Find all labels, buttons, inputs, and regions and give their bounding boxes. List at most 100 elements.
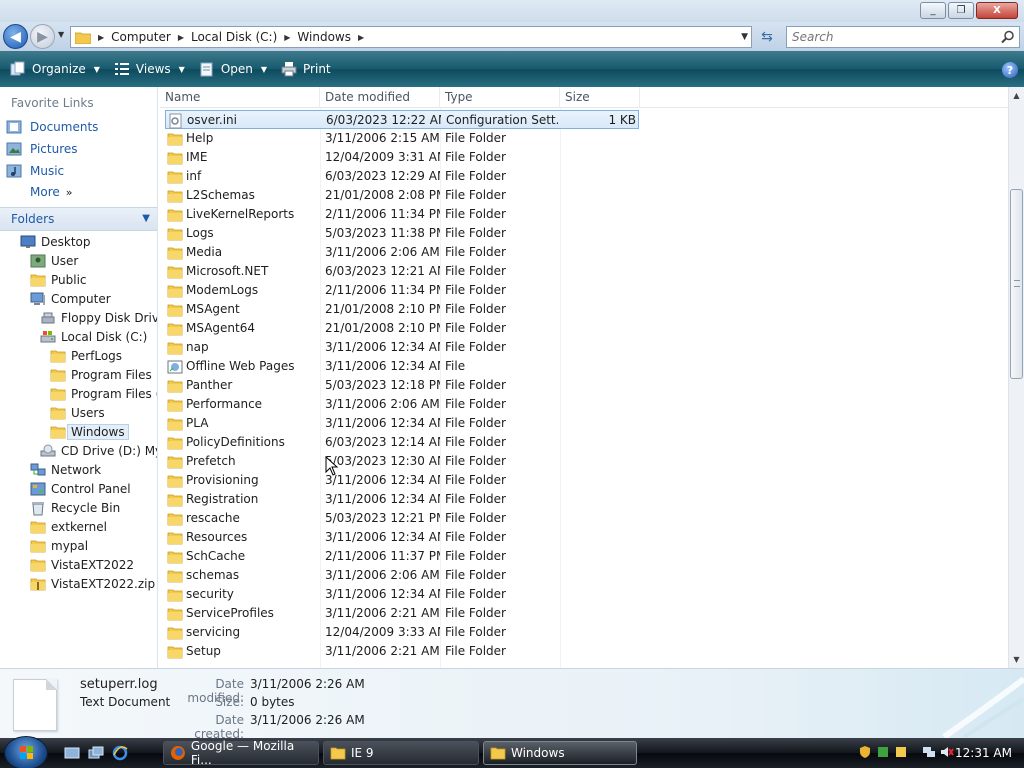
print-button[interactable]: Print <box>275 56 337 82</box>
tree-item-network[interactable]: Network <box>30 460 101 479</box>
file-row[interactable]: MSAgent64 21/01/2008 2:10 PM File Folder <box>165 319 639 338</box>
scroll-thumb[interactable] <box>1010 189 1023 379</box>
file-row[interactable]: Registration 3/11/2006 12:34 AM File Folde… <box>165 490 639 509</box>
internet-explorer-icon[interactable] <box>112 745 128 761</box>
address-bar[interactable]: ▶ Computer ▶ Local Disk (C:) ▶ Windows ▶… <box>70 26 752 48</box>
update-icon[interactable] <box>894 745 908 759</box>
file-row[interactable]: IME 12/04/2009 3:31 AM File Folder <box>165 148 639 167</box>
tree-item-public[interactable]: Public <box>30 270 87 289</box>
favorite-documents[interactable]: Documents <box>6 119 98 135</box>
file-row[interactable]: PLA 3/11/2006 12:34 AM File Folder <box>165 414 639 433</box>
crumb-computer[interactable]: Computer <box>107 30 175 44</box>
switch-windows-icon[interactable] <box>88 745 104 761</box>
favorite-music[interactable]: Music <box>6 163 64 179</box>
tree-item-cd-drive-d-myp[interactable]: CD Drive (D:) MyP <box>40 441 157 460</box>
tree-item-desktop[interactable]: Desktop <box>20 232 91 251</box>
taskbar-button-ie9[interactable]: IE 9 <box>323 741 479 765</box>
column-header-type[interactable]: Type <box>440 87 560 108</box>
column-header-name[interactable]: Name <box>160 87 320 108</box>
refresh-button[interactable]: ⇆ <box>756 27 778 47</box>
crumb-windows[interactable]: Windows <box>293 30 355 44</box>
security-center-icon[interactable] <box>876 745 890 759</box>
tree-item-floppy-disk-drive[interactable]: Floppy Disk Drive <box>40 308 157 327</box>
file-row[interactable]: Media 3/11/2006 2:06 AM File Folder <box>165 243 639 262</box>
file-row[interactable]: Resources 3/11/2006 12:34 AM File Folder <box>165 528 639 547</box>
file-row[interactable]: Performance 3/11/2006 2:06 AM File Folder <box>165 395 639 414</box>
tree-item-windows[interactable]: Windows <box>50 422 129 441</box>
file-row[interactable]: PolicyDefinitions 6/03/2023 12:14 AM File … <box>165 433 639 452</box>
tree-item-perflogs[interactable]: PerfLogs <box>50 346 122 365</box>
crumb-separator[interactable]: ▶ <box>95 33 107 42</box>
address-dropdown-button[interactable]: ▼ <box>741 32 748 42</box>
minimize-button[interactable]: _ <box>920 2 946 19</box>
file-row[interactable]: Logs 5/03/2023 11:38 PM File Folder <box>165 224 639 243</box>
tree-item-local-disk-c[interactable]: Local Disk (C:) <box>40 327 147 346</box>
tree-item-extkernel[interactable]: extkernel <box>30 517 107 536</box>
file-row[interactable]: LiveKernelReports 2/11/2006 11:34 PM File … <box>165 205 639 224</box>
file-row[interactable]: Panther 5/03/2023 12:18 PM File Folder <box>165 376 639 395</box>
file-row[interactable]: Offline Web Pages 3/11/2006 12:34 AM File <box>165 357 639 376</box>
tree-item-program-files-x[interactable]: Program Files (x <box>50 384 157 403</box>
recent-pages-dropdown[interactable]: ▼ <box>58 30 64 39</box>
search-input[interactable] <box>792 30 992 44</box>
maximize-button[interactable]: ❐ <box>948 2 974 19</box>
tree-item-vistaext2022[interactable]: VistaEXT2022 <box>30 555 134 574</box>
crumb-separator[interactable]: ▶ <box>281 33 293 42</box>
taskbar-button-windows[interactable]: Windows <box>483 741 637 765</box>
folders-header[interactable]: Folders ▼ <box>0 207 157 231</box>
tree-item-program-files[interactable]: Program Files <box>50 365 152 384</box>
file-row[interactable]: Prefetch 5/03/2023 12:30 AM File Folder <box>165 452 639 471</box>
file-row[interactable]: L2Schemas 21/01/2008 2:08 PM File Folder <box>165 186 639 205</box>
file-row[interactable]: schemas 3/11/2006 2:06 AM File Folder <box>165 566 639 585</box>
file-row[interactable]: nap 3/11/2006 12:34 AM File Folder <box>165 338 639 357</box>
file-date-cell: 3/11/2006 2:06 AM <box>325 245 440 259</box>
search-icon[interactable] <box>1001 30 1015 44</box>
scroll-up-button[interactable]: ▲ <box>1009 87 1024 104</box>
file-row[interactable]: MSAgent 21/01/2008 2:10 PM File Folder <box>165 300 639 319</box>
tree-item-user[interactable]: User <box>30 251 78 270</box>
open-button[interactable]: Open ▼ <box>193 56 273 82</box>
help-button[interactable]: ? <box>1002 62 1018 78</box>
file-row[interactable]: Help 3/11/2006 2:15 AM File Folder <box>165 129 639 148</box>
favorite-more[interactable]: More » <box>30 185 72 199</box>
crumb-separator[interactable]: ▶ <box>175 33 187 42</box>
close-button[interactable]: X <box>976 2 1018 19</box>
file-row[interactable]: inf 6/03/2023 12:29 AM File Folder <box>165 167 639 186</box>
volume-muted-icon[interactable] <box>940 745 954 759</box>
tree-item-vistaext2022-zip[interactable]: VistaEXT2022.zip <box>30 574 155 593</box>
show-desktop-icon[interactable] <box>64 745 80 761</box>
file-row[interactable]: ServiceProfiles 3/11/2006 2:21 AM File Fol… <box>165 604 639 623</box>
file-row[interactable]: Setup 3/11/2006 2:21 AM File Folder <box>165 642 639 661</box>
tree-item-users[interactable]: Users <box>50 403 105 422</box>
window-titlebar[interactable]: _ ❐ X <box>0 0 1024 22</box>
taskbar-button-firefox[interactable]: Google — Mozilla Fi... <box>163 739 319 767</box>
tree-item-recycle-bin[interactable]: Recycle Bin <box>30 498 120 517</box>
organize-button[interactable]: Organize ▼ <box>4 56 106 82</box>
column-header-size[interactable]: Size <box>560 87 640 108</box>
network-icon[interactable] <box>922 745 936 759</box>
search-box[interactable] <box>786 26 1020 48</box>
shield-warning-icon[interactable] <box>858 745 872 759</box>
clock[interactable]: 12:31 AM <box>955 746 1012 760</box>
file-row[interactable]: servicing 12/04/2009 3:33 AM File Folder <box>165 623 639 642</box>
file-row[interactable]: osver.ini 6/03/2023 12:22 AM Configuration… <box>165 110 639 129</box>
start-button[interactable] <box>4 736 48 768</box>
tree-item-mypal[interactable]: mypal <box>30 536 88 555</box>
tree-item-control-panel[interactable]: Control Panel <box>30 479 131 498</box>
file-row[interactable]: Microsoft.NET 6/03/2023 12:21 AM File Fold… <box>165 262 639 281</box>
file-row[interactable]: ModemLogs 2/11/2006 11:34 PM File Folder <box>165 281 639 300</box>
file-row[interactable]: security 3/11/2006 12:34 AM File Folder <box>165 585 639 604</box>
vertical-scrollbar[interactable]: ▲ ▼ <box>1008 87 1024 668</box>
views-button[interactable]: Views ▼ <box>108 56 191 82</box>
favorite-pictures[interactable]: Pictures <box>6 141 78 157</box>
column-header-date[interactable]: Date modified <box>320 87 440 108</box>
crumb-separator[interactable]: ▶ <box>355 33 367 42</box>
file-row[interactable]: rescache 5/03/2023 12:21 PM File Folder <box>165 509 639 528</box>
tree-item-computer[interactable]: Computer <box>30 289 111 308</box>
crumb-local-disk[interactable]: Local Disk (C:) <box>187 30 281 44</box>
scroll-down-button[interactable]: ▼ <box>1009 651 1024 668</box>
forward-button[interactable]: ▶ <box>30 24 55 49</box>
file-row[interactable]: SchCache 2/11/2006 11:37 PM File Folder <box>165 547 639 566</box>
file-row[interactable]: Provisioning 3/11/2006 12:34 AM File Folde… <box>165 471 639 490</box>
back-button[interactable]: ◀ <box>3 24 28 49</box>
